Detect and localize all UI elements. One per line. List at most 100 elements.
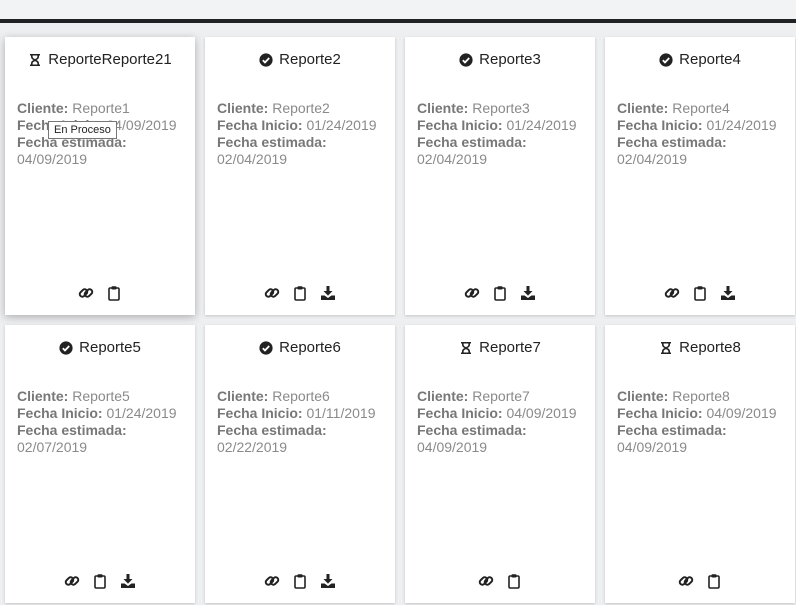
card-fields: Cliente: Reporte3 Fecha Inicio: 01/24/20… bbox=[417, 100, 591, 168]
card-actions bbox=[605, 573, 795, 589]
fecha-inicio-row: Fecha Inicio: 01/11/2019 bbox=[217, 405, 391, 422]
card-fields: Cliente: Reporte4 Fecha Inicio: 01/24/20… bbox=[617, 100, 791, 168]
fecha-estimada-value: 04/09/2019 bbox=[617, 439, 688, 455]
clipboard-icon[interactable] bbox=[92, 573, 108, 589]
clipboard-icon[interactable] bbox=[292, 573, 308, 589]
fecha-estimada-label: Fecha estimada: bbox=[217, 422, 327, 438]
cliente-row: Cliente: Reporte2 bbox=[217, 100, 391, 117]
fecha-inicio-value: 04/09/2019 bbox=[106, 117, 177, 133]
reports-grid: ReporteReporte21 Cliente: Reporte1 Fecha… bbox=[0, 0, 796, 605]
fecha-inicio-label: Fecha Inicio: bbox=[17, 405, 103, 421]
card-fields: Cliente: Reporte7 Fecha Inicio: 04/09/20… bbox=[417, 388, 591, 456]
link-icon[interactable] bbox=[64, 573, 80, 589]
report-card[interactable]: ReporteReporte21 Cliente: Reporte1 Fecha… bbox=[5, 37, 195, 315]
cliente-row: Cliente: Reporte6 bbox=[217, 388, 391, 405]
report-card[interactable]: Reporte6 Cliente: Reporte6 Fecha Inicio:… bbox=[205, 325, 395, 603]
fecha-inicio-label: Fecha Inicio: bbox=[417, 117, 503, 133]
fecha-estimada-label: Fecha estimada: bbox=[17, 422, 127, 438]
card-actions bbox=[605, 285, 795, 301]
card-title[interactable]: Reporte2 bbox=[205, 51, 395, 68]
fecha-estimada-value: 02/22/2019 bbox=[217, 439, 288, 455]
fecha-estimada-label: Fecha estimada: bbox=[417, 422, 527, 438]
download-icon[interactable] bbox=[320, 285, 336, 301]
link-icon[interactable] bbox=[478, 573, 494, 589]
fecha-inicio-row: Fecha Inicio: 04/09/2019 bbox=[417, 405, 591, 422]
card-title[interactable]: Reporte8 bbox=[605, 339, 795, 356]
card-title-text: Reporte5 bbox=[79, 339, 141, 356]
link-icon[interactable] bbox=[264, 285, 280, 301]
report-card[interactable]: Reporte7 Cliente: Reporte7 Fecha Inicio:… bbox=[405, 325, 595, 603]
report-card[interactable]: Reporte5 Cliente: Reporte5 Fecha Inicio:… bbox=[5, 325, 195, 603]
hourglass-icon bbox=[659, 341, 673, 355]
link-icon[interactable] bbox=[264, 573, 280, 589]
cliente-value: Reporte4 bbox=[672, 100, 730, 116]
link-icon[interactable] bbox=[464, 285, 480, 301]
fecha-inicio-label: Fecha Inicio: bbox=[217, 117, 303, 133]
clipboard-icon[interactable] bbox=[492, 285, 508, 301]
card-actions bbox=[205, 285, 395, 301]
report-card[interactable]: Reporte4 Cliente: Reporte4 Fecha Inicio:… bbox=[605, 37, 795, 315]
card-actions bbox=[405, 285, 595, 301]
check-circle-icon bbox=[659, 52, 673, 67]
card-fields: Cliente: Reporte5 Fecha Inicio: 01/24/20… bbox=[17, 388, 191, 456]
fecha-estimada-label: Fecha estimada: bbox=[417, 134, 527, 150]
fecha-inicio-label: Fecha Inicio: bbox=[617, 405, 703, 421]
clipboard-icon[interactable] bbox=[692, 285, 708, 301]
card-title-text: Reporte8 bbox=[679, 339, 741, 356]
card-title[interactable]: Reporte5 bbox=[5, 339, 195, 356]
card-title-text: Reporte6 bbox=[279, 339, 341, 356]
cliente-label: Cliente: bbox=[617, 100, 669, 116]
check-circle-icon bbox=[459, 52, 473, 67]
clipboard-icon[interactable] bbox=[706, 573, 722, 589]
link-icon[interactable] bbox=[664, 285, 680, 301]
fecha-inicio-label: Fecha Inicio: bbox=[617, 117, 703, 133]
card-title-text: Reporte2 bbox=[279, 51, 341, 68]
link-icon[interactable] bbox=[78, 285, 94, 301]
cliente-label: Cliente: bbox=[17, 388, 69, 404]
report-card[interactable]: Reporte2 Cliente: Reporte2 Fecha Inicio:… bbox=[205, 37, 395, 315]
cliente-value: Reporte5 bbox=[72, 388, 130, 404]
fecha-estimada-label: Fecha estimada: bbox=[617, 422, 727, 438]
hourglass-icon bbox=[28, 53, 42, 67]
card-title-text: Reporte7 bbox=[479, 339, 541, 356]
fecha-inicio-row: Fecha Inicio: 01/24/2019 bbox=[617, 117, 791, 134]
cliente-label: Cliente: bbox=[617, 388, 669, 404]
fecha-estimada-value: 02/04/2019 bbox=[417, 151, 488, 167]
download-icon[interactable] bbox=[120, 573, 136, 589]
card-title[interactable]: Reporte6 bbox=[205, 339, 395, 356]
card-title[interactable]: Reporte7 bbox=[405, 339, 595, 356]
status-tooltip: En Proceso bbox=[48, 121, 117, 139]
cliente-label: Cliente: bbox=[417, 100, 469, 116]
hourglass-icon bbox=[459, 341, 473, 355]
cliente-label: Cliente: bbox=[217, 388, 269, 404]
download-icon[interactable] bbox=[520, 285, 536, 301]
card-title[interactable]: Reporte3 bbox=[405, 51, 595, 68]
fecha-estimada-value: 04/09/2019 bbox=[417, 439, 488, 455]
download-icon[interactable] bbox=[320, 573, 336, 589]
card-title-text: Reporte3 bbox=[479, 51, 541, 68]
fecha-inicio-value: 01/11/2019 bbox=[306, 405, 376, 421]
clipboard-icon[interactable] bbox=[106, 285, 122, 301]
card-title[interactable]: Reporte4 bbox=[605, 51, 795, 68]
download-icon[interactable] bbox=[720, 285, 736, 301]
cliente-value: Reporte2 bbox=[272, 100, 330, 116]
cliente-row: Cliente: Reporte4 bbox=[617, 100, 791, 117]
fecha-estimada-label: Fecha estimada: bbox=[617, 134, 727, 150]
report-card[interactable]: Reporte8 Cliente: Reporte8 Fecha Inicio:… bbox=[605, 325, 795, 603]
cliente-row: Cliente: Reporte1 bbox=[17, 100, 191, 117]
card-fields: Cliente: Reporte2 Fecha Inicio: 01/24/20… bbox=[217, 100, 391, 168]
card-fields: Cliente: Reporte6 Fecha Inicio: 01/11/20… bbox=[217, 388, 391, 456]
fecha-inicio-label: Fecha Inicio: bbox=[217, 405, 303, 421]
card-actions bbox=[5, 285, 195, 301]
report-card[interactable]: Reporte3 Cliente: Reporte3 Fecha Inicio:… bbox=[405, 37, 595, 315]
cliente-label: Cliente: bbox=[217, 100, 269, 116]
clipboard-icon[interactable] bbox=[506, 573, 522, 589]
fecha-inicio-value: 01/24/2019 bbox=[506, 117, 577, 133]
link-icon[interactable] bbox=[678, 573, 694, 589]
cliente-value: Reporte6 bbox=[272, 388, 330, 404]
cliente-value: Reporte3 bbox=[472, 100, 530, 116]
check-circle-icon bbox=[259, 52, 273, 67]
card-actions bbox=[205, 573, 395, 589]
card-title[interactable]: ReporteReporte21 bbox=[5, 51, 195, 68]
clipboard-icon[interactable] bbox=[292, 285, 308, 301]
